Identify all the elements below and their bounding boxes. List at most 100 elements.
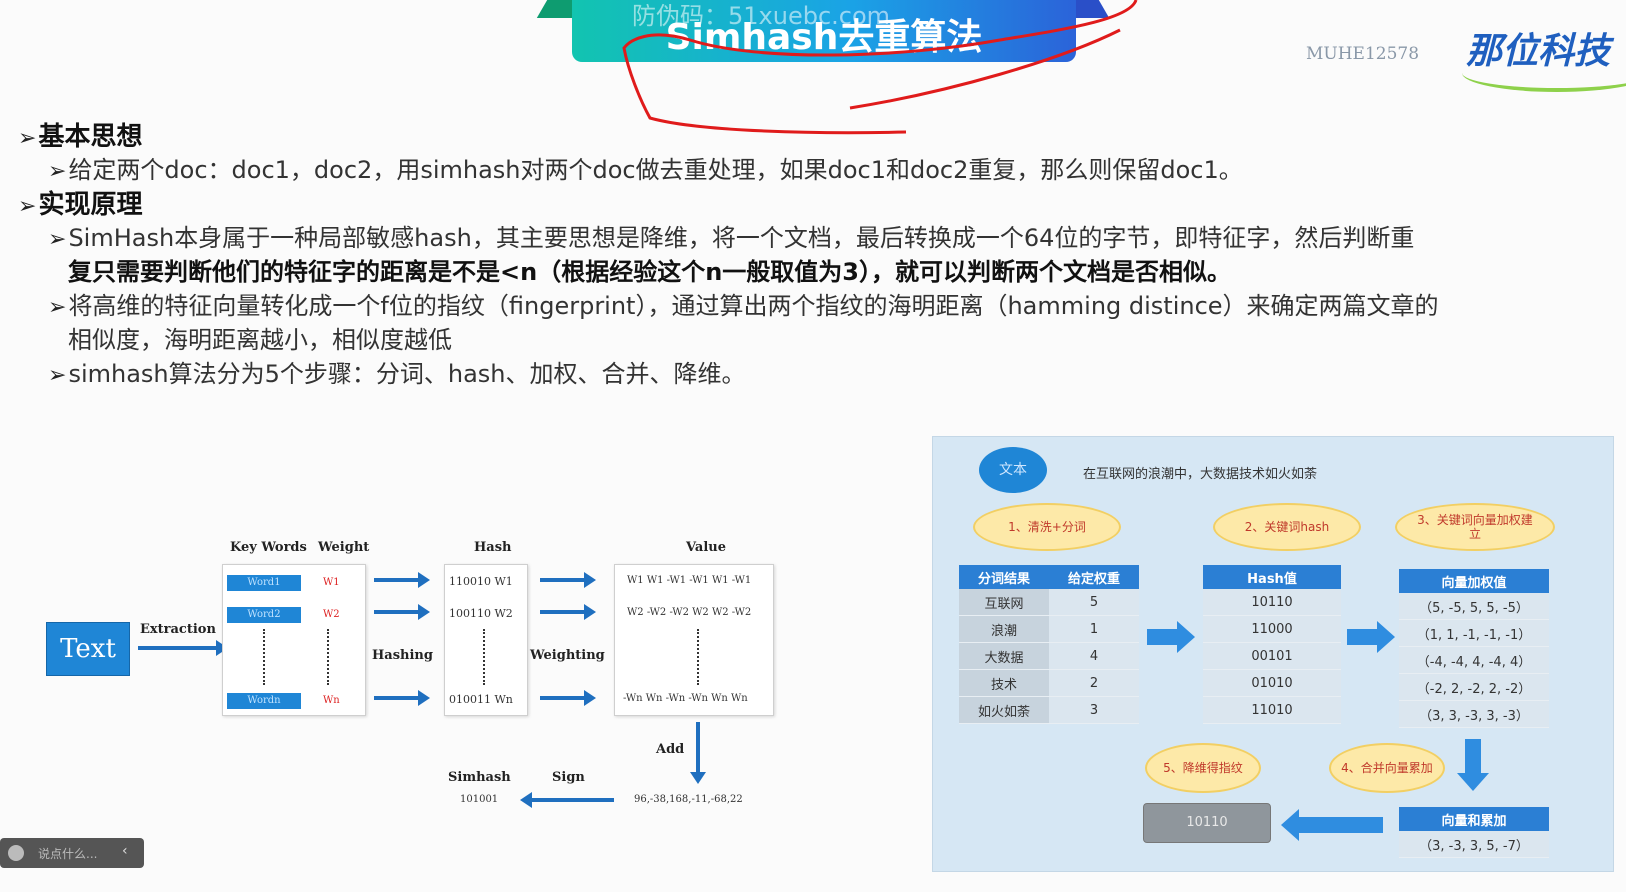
flow-arrowhead-2	[1377, 621, 1395, 653]
sum-value: 96,-38,168,-11,-68,22	[634, 794, 743, 805]
flow-arrow	[540, 690, 596, 706]
ellipsis-dots	[327, 629, 329, 685]
chat-input-bar[interactable]: 说点什么... ‹	[0, 838, 144, 868]
hash-cell: 01010	[1203, 669, 1341, 697]
extraction-arrow	[138, 640, 228, 656]
text-input-box: Text	[46, 622, 130, 676]
hash-cell: 10110	[1203, 589, 1341, 616]
bullet-arrow-icon: ➢	[48, 295, 67, 320]
simhash-label: Simhash	[448, 770, 511, 785]
weight-cell: 2	[1049, 669, 1139, 697]
watermark-text: 防伪码：51xuebc.com	[632, 2, 891, 30]
step-1-oval: 1、清洗+分词	[973, 503, 1121, 551]
hash-cell: 100110 W2	[449, 607, 513, 620]
table-row: 大数据 4	[959, 642, 1139, 670]
hash-cell: 110010 W1	[449, 575, 513, 588]
bullet-arrow-icon: ➢	[48, 227, 67, 252]
step-5-oval: 5、降维得指纹	[1145, 743, 1261, 793]
ellipsis-dots	[483, 629, 485, 685]
bullet-simhash-intro: ➢SimHash本身属于一种局部敏感hash，其主要思想是降维，将一个文档，最后…	[48, 218, 1414, 253]
token-cell: 大数据	[959, 642, 1049, 670]
flow-arrowhead-3	[1457, 773, 1489, 791]
flow-arrow	[540, 572, 596, 588]
step-4-oval: 4、合并向量累加	[1329, 743, 1445, 793]
add-label: Add	[656, 742, 685, 757]
heading-principle: ➢实现原理	[18, 184, 142, 221]
table-row: 11000	[1203, 615, 1341, 643]
keyword-cell: Word2	[227, 607, 301, 623]
example-sentence: 在互联网的浪潮中，大数据技术如火如荼	[1083, 467, 1318, 482]
token-cell: 技术	[959, 669, 1049, 697]
weight-cell: Wn	[323, 695, 340, 706]
step-2-oval: 2、关键词hash	[1213, 503, 1361, 551]
table-header: 向量和累加	[1399, 807, 1549, 831]
keyword-cell: Word1	[227, 575, 301, 591]
flow-arrow	[540, 604, 596, 620]
value-box: W1 W1 -W1 -W1 W1 -W1 W2 -W2 -W2 W2 W2 -W…	[614, 564, 774, 716]
table-row: （1, 1, -1, -1, -1）	[1399, 619, 1549, 647]
weight-cell: 3	[1049, 696, 1139, 724]
heading-basic-idea: ➢基本思想	[18, 116, 142, 153]
text-node: 文本	[979, 447, 1047, 493]
emoji-icon[interactable]	[8, 845, 24, 861]
collapse-chevron-icon[interactable]: ‹	[122, 843, 128, 859]
sign-label: Sign	[552, 770, 585, 785]
course-code: MUHE12578	[1306, 44, 1420, 64]
bullet-arrow-icon: ➢	[18, 194, 37, 219]
vector-cell: （1, 1, -1, -1, -1）	[1399, 619, 1549, 647]
weight-cell: 1	[1049, 615, 1139, 643]
table-row: 00101	[1203, 642, 1341, 670]
token-cell: 如火如荼	[959, 696, 1049, 724]
simhash-flow-diagram: Key Words Weight Hash Value Text Extract…	[0, 530, 800, 830]
weight-cell: 5	[1049, 589, 1139, 616]
logo-swoosh	[1462, 54, 1626, 92]
bullet-arrow-icon: ➢	[18, 126, 37, 151]
chat-placeholder[interactable]: 说点什么...	[38, 845, 97, 862]
bullet-fingerprint: ➢将高维的特征向量转化成一个f位的指纹（fingerprint），通过算出两个指…	[48, 286, 1439, 321]
hash-box: 110010 W1 100110 W2 010011 Wn	[444, 564, 528, 716]
flow-arrow	[374, 604, 430, 620]
table-row: 如火如荼 3	[959, 696, 1139, 724]
flow-arrow-4	[1299, 817, 1383, 833]
vector-cell: （3, 3, -3, 3, -3）	[1399, 700, 1549, 728]
table-row: （3, 3, -3, 3, -3）	[1399, 700, 1549, 728]
table-row: （5, -5, 5, 5, -5）	[1399, 593, 1549, 620]
heading-label: 实现原理	[38, 190, 143, 220]
bullet-steps: ➢simhash算法分为5个步骤：分词、hash、加权、合并、降维。	[48, 354, 746, 389]
bullet-simhash-intro-cont: 复只需要判断他们的特征字的距离是不是<n（根据经验这个n一般取值为3），就可以判…	[68, 258, 1231, 286]
hash-cell: 11010	[1203, 696, 1341, 724]
add-arrow	[696, 722, 700, 774]
weighted-vector-table: 向量加权值 （5, -5, 5, 5, -5） （1, 1, -1, -1, -…	[1399, 569, 1549, 728]
value-cell: W1 W1 -W1 -W1 W1 -W1	[627, 575, 752, 586]
col-weight-label: Weight	[318, 540, 370, 555]
simhash-example-panel: 文本 在互联网的浪潮中，大数据技术如火如荼 1、清洗+分词 2、关键词hash …	[932, 436, 1614, 872]
weight-cell: 4	[1049, 642, 1139, 670]
table-row: 10110	[1203, 589, 1341, 616]
simhash-value: 101001	[460, 794, 499, 805]
ellipsis-dots	[697, 629, 699, 685]
fingerprint-box: 10110	[1143, 803, 1271, 843]
token-cell: 互联网	[959, 589, 1049, 616]
vector-cell: （-2, 2, -2, 2, -2）	[1399, 673, 1549, 701]
table-row: （3, -3, 3, 5, -7）	[1399, 831, 1549, 858]
weighting-label: Weighting	[530, 648, 605, 663]
weight-cell: W1	[323, 577, 340, 588]
vector-cell: （-4, -4, 4, -4, 4）	[1399, 646, 1549, 674]
sum-cell: （3, -3, 3, 5, -7）	[1399, 831, 1549, 858]
flow-arrow-3	[1465, 739, 1481, 775]
bullet-text: 给定两个doc：doc1，doc2，用simhash对两个doc做去重处理，如果…	[68, 156, 1243, 184]
flow-arrow-1	[1147, 629, 1177, 645]
bullet-basic-idea: ➢给定两个doc：doc1，doc2，用simhash对两个doc做去重处理，如…	[48, 150, 1243, 185]
add-arrowhead	[690, 772, 706, 784]
value-cell: W2 -W2 -W2 W2 W2 -W2	[627, 607, 752, 618]
table-row: 浪潮 1	[959, 615, 1139, 643]
table-row: 互联网 5	[959, 589, 1139, 616]
bullet-text: simhash算法分为5个步骤：分词、hash、加权、合并、降维。	[68, 360, 746, 388]
sign-arrow	[532, 798, 614, 802]
flow-arrowhead-1	[1177, 621, 1195, 653]
table-row: 技术 2	[959, 669, 1139, 697]
extraction-label: Extraction	[140, 622, 216, 637]
sum-vector-table: 向量和累加 （3, -3, 3, 5, -7）	[1399, 807, 1549, 858]
bullet-text: SimHash本身属于一种局部敏感hash，其主要思想是降维，将一个文档，最后转…	[68, 224, 1415, 252]
col-keywords-label: Key Words	[230, 540, 307, 555]
